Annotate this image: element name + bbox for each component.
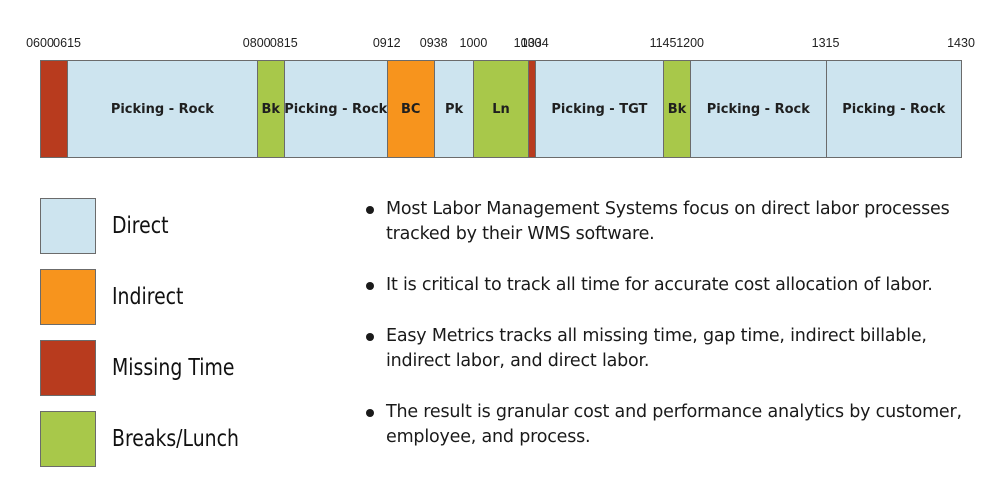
time-tick-label: 1315 <box>811 36 840 50</box>
timeline-segment-direct: Picking - Rock <box>283 60 388 158</box>
bullet-dot-icon <box>366 333 374 341</box>
legend-swatch <box>40 269 96 325</box>
legend-item-missing-time: Missing Time <box>40 340 340 396</box>
time-tick-label: 1200 <box>676 36 705 50</box>
timeline-segment-direct: Picking - Rock <box>67 60 258 158</box>
legend-item-indirect: Indirect <box>40 269 340 325</box>
segment-label: Ln <box>492 101 510 117</box>
time-tick-label: 0938 <box>419 36 448 50</box>
bullet-item: Easy Metrics tracks all missing time, ga… <box>366 324 986 374</box>
segment-label: BC <box>400 101 421 117</box>
bullet-item: Most Labor Management Systems focus on d… <box>366 197 986 247</box>
timeline-segment-breaks-lunch: Bk <box>663 60 692 158</box>
bullet-list: Most Labor Management Systems focus on d… <box>366 197 986 476</box>
legend-label: Indirect <box>112 284 184 310</box>
bullet-item: The result is granular cost and performa… <box>366 400 986 450</box>
time-tick-label: 1000 <box>459 36 488 50</box>
legend-swatch <box>40 411 96 467</box>
segment-label: Bk <box>261 101 281 117</box>
bullet-text: Easy Metrics tracks all missing time, ga… <box>386 326 927 371</box>
segment-label: Pk <box>444 101 464 117</box>
time-tick-label: 0815 <box>269 36 298 50</box>
bullet-text: The result is granular cost and performa… <box>386 402 962 447</box>
time-tick-label: 1430 <box>947 36 975 50</box>
timeline-segment-breaks-lunch: Bk <box>256 60 285 158</box>
timeline-segment-indirect: BC <box>386 60 435 158</box>
bullet-item: It is critical to track all time for acc… <box>366 273 986 298</box>
legend-label: Breaks/Lunch <box>112 426 239 452</box>
legend-swatch <box>40 198 96 254</box>
time-tick-label: 0600 <box>26 36 54 50</box>
legend-item-direct: Direct <box>40 198 340 254</box>
bullet-text: Most Labor Management Systems focus on d… <box>386 199 950 244</box>
time-tick-label: 0615 <box>53 36 81 50</box>
timeline-segment-direct: Picking - Rock <box>825 60 962 158</box>
bullet-dot-icon <box>366 282 374 290</box>
time-tick-label: 0912 <box>372 36 401 50</box>
segment-label: Picking - Rock <box>706 101 810 117</box>
timeline-segment-direct: Picking - TGT <box>534 60 664 158</box>
bullet-dot-icon <box>366 206 374 214</box>
legend-swatch <box>40 340 96 396</box>
timeline-segment-breaks-lunch: Ln <box>473 60 529 158</box>
labor-timeline-bar: Picking - Rock Bk Picking - Rock BC Pk Ln Pick… <box>40 60 962 158</box>
segment-label: Bk <box>667 101 687 117</box>
timeline-segment-direct: Pk <box>433 60 475 158</box>
timeline-segment-direct: Picking - Rock <box>690 60 827 158</box>
legend-label: Direct <box>112 213 169 239</box>
time-tick-label: 1145 <box>649 36 677 50</box>
bullet-dot-icon <box>366 409 374 417</box>
segment-label: Picking - Rock <box>842 101 946 117</box>
segment-label: Picking - Rock <box>110 101 214 117</box>
time-tick-label: 0800 <box>242 36 271 50</box>
segment-label: Picking - TGT <box>551 101 648 117</box>
segment-label: Picking - Rock <box>284 101 388 117</box>
time-tick-label: 1034 <box>520 36 549 50</box>
bullet-text: It is critical to track all time for acc… <box>386 275 933 295</box>
legend-item-breaks-lunch: Breaks/Lunch <box>40 411 340 467</box>
timeline-segment-missing-time <box>40 60 69 158</box>
legend-label: Missing Time <box>112 355 235 381</box>
